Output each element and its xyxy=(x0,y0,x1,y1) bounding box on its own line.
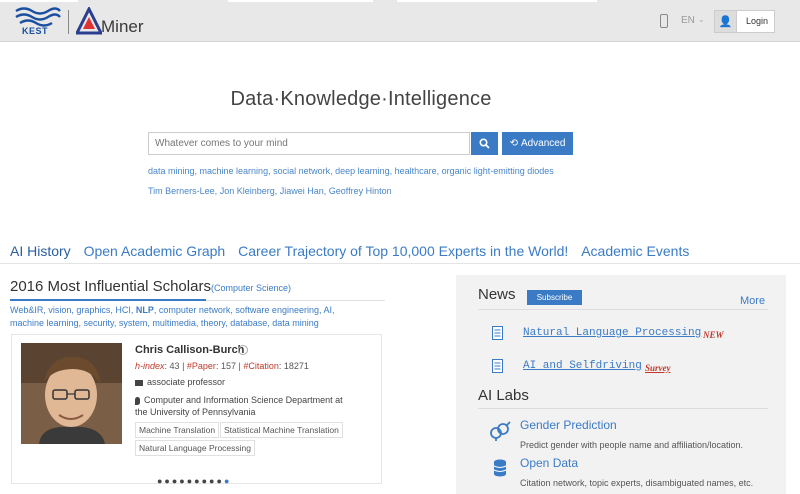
scholars-title-text: 2016 Most Influential Scholars xyxy=(10,278,211,295)
search-icon xyxy=(479,138,490,149)
lab-item-title[interactable]: Open Data xyxy=(520,456,578,470)
scholar-position: associate professor xyxy=(135,377,225,387)
language-selector[interactable]: EN xyxy=(681,15,695,26)
briefcase-icon xyxy=(135,379,143,386)
tab-indicator xyxy=(397,0,597,2)
logo-divider xyxy=(68,10,69,34)
avatar xyxy=(21,343,122,444)
aminer-logo-icon xyxy=(76,7,102,35)
brand-name: Miner xyxy=(101,17,144,36)
ai-labs-divider xyxy=(478,408,768,409)
ai-labs-title: AI Labs xyxy=(478,387,529,404)
lab-item-desc: Predict gender with people name and affi… xyxy=(520,440,743,450)
news-badge: Survey xyxy=(645,363,671,373)
tab-open-academic-graph[interactable]: Open Academic Graph xyxy=(84,243,226,259)
search-input[interactable] xyxy=(148,132,470,155)
subscribe-button[interactable]: Subscribe xyxy=(527,290,582,305)
news-badge: NEW xyxy=(703,330,724,340)
interest-tag[interactable]: Natural Language Processing xyxy=(135,440,255,456)
gender-icon xyxy=(490,421,511,441)
field-links[interactable]: Web&IR, vision, graphics, HCI, NLP, comp… xyxy=(10,304,350,330)
search-button[interactable] xyxy=(471,132,498,155)
fields-active[interactable]: NLP xyxy=(136,305,154,315)
scholars-title: 2016 Most Influential Scholars(Computer … xyxy=(10,278,291,295)
scholar-stats: h-index: 43 | #Paper: 157 | #Citation: 1… xyxy=(135,361,309,371)
tagline: Data·Knowledge·Intelligence xyxy=(230,88,492,110)
news-title: News xyxy=(478,286,516,303)
tab-indicator xyxy=(0,0,78,2)
tabs-divider xyxy=(0,263,800,264)
interest-tag[interactable]: Statistical Machine Translation xyxy=(220,422,343,438)
hindex-value: 43 xyxy=(169,361,180,371)
affiliation-text: Computer and Information Science Departm… xyxy=(135,395,343,417)
citation-label: #Citation xyxy=(243,361,279,371)
database-icon xyxy=(493,459,507,477)
scholars-underline xyxy=(10,299,206,301)
paper-value: 157 xyxy=(220,361,236,371)
hindex-label: h-index xyxy=(135,361,165,371)
chevron-down-icon[interactable]: ⌄ xyxy=(698,15,705,24)
user-icon[interactable]: 👤 xyxy=(714,10,737,33)
check-circle-icon xyxy=(238,345,248,355)
interest-tag[interactable]: Machine Translation xyxy=(135,422,220,438)
tab-career-trajectory[interactable]: Career Trajectory of Top 10,000 Experts … xyxy=(238,243,568,259)
scholar-photo[interactable] xyxy=(21,343,122,444)
document-icon xyxy=(492,359,503,373)
scholars-subtitle[interactable]: (Computer Science) xyxy=(211,283,291,293)
lab-item-desc: Citation network, topic experts, disambi… xyxy=(520,478,754,488)
mobile-phone-icon[interactable] xyxy=(660,14,668,28)
carousel-dot[interactable]: ●●●●●●●●● xyxy=(157,476,224,486)
carousel-dots[interactable]: ●●●●●●●●●● xyxy=(157,476,231,486)
login-label[interactable]: Login xyxy=(746,16,768,26)
kest-logo-text: KEST xyxy=(22,26,49,36)
scholar-affiliation: Computer and Information Science Departm… xyxy=(135,394,350,418)
wave-logo-icon xyxy=(15,7,61,27)
fields-text[interactable]: Web&IR, vision, graphics, HCI, xyxy=(10,305,136,315)
position-text: associate professor xyxy=(147,377,226,387)
people-suggestions[interactable]: Tim Berners-Lee, Jon Kleinberg, Jiawei H… xyxy=(148,186,392,196)
tab-indicator xyxy=(228,0,373,2)
news-item-link[interactable]: AI and Selfdriving xyxy=(523,360,642,372)
kest-logo[interactable]: KEST xyxy=(10,6,65,38)
tab-academic-events[interactable]: Academic Events xyxy=(581,243,689,259)
lab-item-title[interactable]: Gender Prediction xyxy=(520,418,617,432)
scholar-name[interactable]: Chris Callison-Burch xyxy=(135,344,244,356)
tab-ai-history[interactable]: AI History xyxy=(10,243,71,259)
document-icon xyxy=(492,326,503,340)
news-item-link[interactable]: Natural Language Processing xyxy=(523,327,701,339)
advanced-label: Advanced xyxy=(520,138,566,149)
refresh-icon: ⟲ xyxy=(509,138,518,149)
top-bar: KEST Miner EN ⌄ 👤 Login xyxy=(0,0,800,42)
carousel-dot-active[interactable]: ● xyxy=(224,476,231,486)
advanced-search-button[interactable]: ⟲ Advanced xyxy=(502,132,573,155)
feature-tabs: AI History Open Academic Graph Career Tr… xyxy=(10,243,698,259)
paper-label: #Paper xyxy=(186,361,216,371)
citation-value: 18271 xyxy=(283,361,309,371)
map-pin-icon xyxy=(135,396,140,405)
topic-suggestions[interactable]: data mining, machine learning, social ne… xyxy=(148,166,554,176)
more-link[interactable]: More xyxy=(740,295,765,307)
news-divider xyxy=(478,309,768,310)
